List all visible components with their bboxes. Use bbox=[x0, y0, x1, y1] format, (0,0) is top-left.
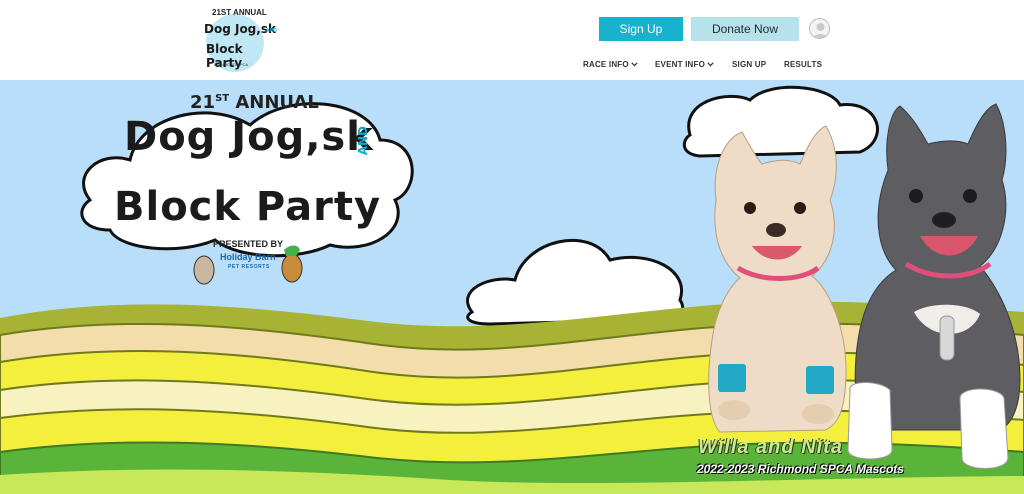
annual-suffix: ST bbox=[215, 93, 230, 104]
logo-subtitle: RICHMOND SPCA bbox=[214, 62, 249, 67]
nav-item-event-info[interactable]: EVENT INFO bbox=[655, 60, 714, 69]
hero-title-line2: Block Party bbox=[114, 184, 382, 230]
nav-item-label: RACE INFO bbox=[583, 60, 629, 69]
chevron-down-icon bbox=[631, 60, 638, 69]
donate-now-button[interactable]: Donate Now bbox=[691, 17, 799, 41]
hero-annual-text: 21ST ANNUAL bbox=[190, 92, 319, 113]
hero-title-and: AND bbox=[356, 126, 370, 156]
nav-item-label: EVENT INFO bbox=[655, 60, 706, 69]
mascot-subtitle-caption: 2022-2023 Richmond SPCA Mascots bbox=[697, 462, 904, 476]
presented-by-text: PRESENTED BY bbox=[213, 239, 284, 249]
site-logo[interactable]: 21ST ANNUAL Dog Jog,sk AND Block Party R… bbox=[196, 6, 280, 72]
annual-word: ANNUAL bbox=[235, 92, 319, 113]
hero-title-line1: Dog Jog,sk bbox=[124, 114, 374, 160]
cloud-top-right bbox=[682, 85, 879, 158]
logo-annual-text: 21ST ANNUAL bbox=[212, 8, 267, 17]
sponsor-name: Holiday Barn bbox=[220, 252, 276, 262]
logo-and-text: AND bbox=[266, 28, 277, 34]
mascot-names-caption: Willa and Nita bbox=[698, 436, 843, 458]
chevron-down-icon bbox=[707, 60, 714, 69]
nav-item-race-info[interactable]: RACE INFO bbox=[583, 60, 638, 69]
hero-banner: 21ST ANNUAL Dog Jog,sk AND Block Party P… bbox=[0, 80, 1024, 494]
nav-item-results[interactable]: RESULTS bbox=[784, 60, 822, 69]
sponsor-logo[interactable]: Holiday Barn PET RESORTS bbox=[206, 252, 300, 278]
dog-nita-image bbox=[847, 103, 1021, 469]
sponsor-subtitle: PET RESORTS bbox=[228, 264, 270, 270]
sign-up-button[interactable]: Sign Up bbox=[599, 17, 683, 41]
dog-willa-image bbox=[708, 125, 847, 433]
annual-number: 21 bbox=[190, 92, 216, 113]
site-header: 21ST ANNUAL Dog Jog,sk AND Block Party R… bbox=[0, 0, 1024, 80]
user-avatar-icon[interactable] bbox=[809, 18, 830, 39]
nav-item-sign-up[interactable]: SIGN UP bbox=[732, 60, 766, 69]
